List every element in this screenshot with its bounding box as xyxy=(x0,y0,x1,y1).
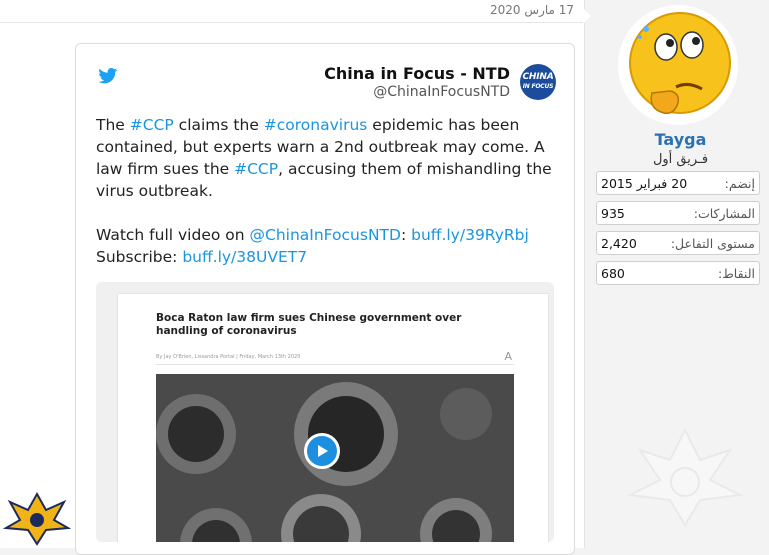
username[interactable]: Tayga xyxy=(592,130,769,149)
twitter-bird-icon[interactable] xyxy=(98,68,118,84)
divider xyxy=(0,22,584,23)
forum-watermark-icon xyxy=(626,427,744,527)
tweet-author-handle[interactable]: @ChinaInFocusNTD xyxy=(373,84,510,100)
hashtag-link[interactable]: #CCP xyxy=(234,160,278,178)
stat-label: المشاركات: xyxy=(693,206,755,221)
play-video-button[interactable] xyxy=(304,433,340,469)
embedded-tweet[interactable]: China in Focus - NTD @ChinaInFocusNTD CH… xyxy=(75,43,575,555)
stat-value: 20 فبراير 2015 xyxy=(601,176,688,191)
mention-link[interactable]: @ChinaInFocusNTD xyxy=(250,226,401,244)
stat-posts: المشاركات: 935 xyxy=(596,201,760,225)
article-screenshot: Boca Raton law firm sues Chinese governm… xyxy=(118,294,548,542)
tweet-video-media[interactable]: Boca Raton law firm sues Chinese governm… xyxy=(96,282,554,542)
video-link[interactable]: buff.ly/39RyRbj xyxy=(411,226,529,244)
text: : xyxy=(400,226,412,244)
stat-label: النقاط: xyxy=(718,266,755,281)
avatar-line-1: CHINA xyxy=(522,72,554,82)
post-date: 17 مارس 2020 xyxy=(490,3,574,17)
avatar-line-2: IN FOCUS xyxy=(522,83,554,90)
text: claims the xyxy=(173,116,264,134)
user-avatar[interactable] xyxy=(618,5,738,125)
font-size-icon: A xyxy=(504,350,512,363)
play-icon xyxy=(318,445,328,457)
text: The xyxy=(96,116,130,134)
sidebar-arrow xyxy=(583,8,591,24)
article-byline: By Jay O'Brien, Lissandra Portal | Frida… xyxy=(156,354,301,360)
stat-label: مستوى التفاعل: xyxy=(670,236,755,251)
forum-logo[interactable] xyxy=(2,488,72,548)
tweet-text: The #CCP claims the #coronavirus epidemi… xyxy=(96,114,566,268)
user-rank: فـريق أول xyxy=(652,152,709,167)
hashtag-link[interactable]: #CCP xyxy=(130,116,174,134)
text: Watch full video on xyxy=(96,226,250,244)
article-title: Boca Raton law firm sues Chinese governm… xyxy=(156,312,462,337)
stat-value: 935 xyxy=(601,206,625,221)
divider xyxy=(156,364,514,365)
subscribe-link[interactable]: buff.ly/38UVET7 xyxy=(182,248,307,266)
stat-label: إنضم: xyxy=(724,176,755,191)
stat-value: 2,420 xyxy=(601,236,637,251)
stat-reactions: مستوى التفاعل: 2,420 xyxy=(596,231,760,255)
tweet-author-avatar[interactable]: CHINA IN FOCUS xyxy=(520,64,556,100)
hashtag-link[interactable]: #coronavirus xyxy=(264,116,368,134)
text: Subscribe: xyxy=(96,248,183,266)
post-content: 17 مارس 2020 China in Focus - NTD @China… xyxy=(0,0,585,555)
eagle-logo-icon xyxy=(2,491,72,546)
tweet-author-name[interactable]: China in Focus - NTD xyxy=(324,64,510,83)
stat-joined: إنضم: 20 فبراير 2015 xyxy=(596,171,760,195)
stat-value: 680 xyxy=(601,266,625,281)
stat-points: النقاط: 680 xyxy=(596,261,760,285)
